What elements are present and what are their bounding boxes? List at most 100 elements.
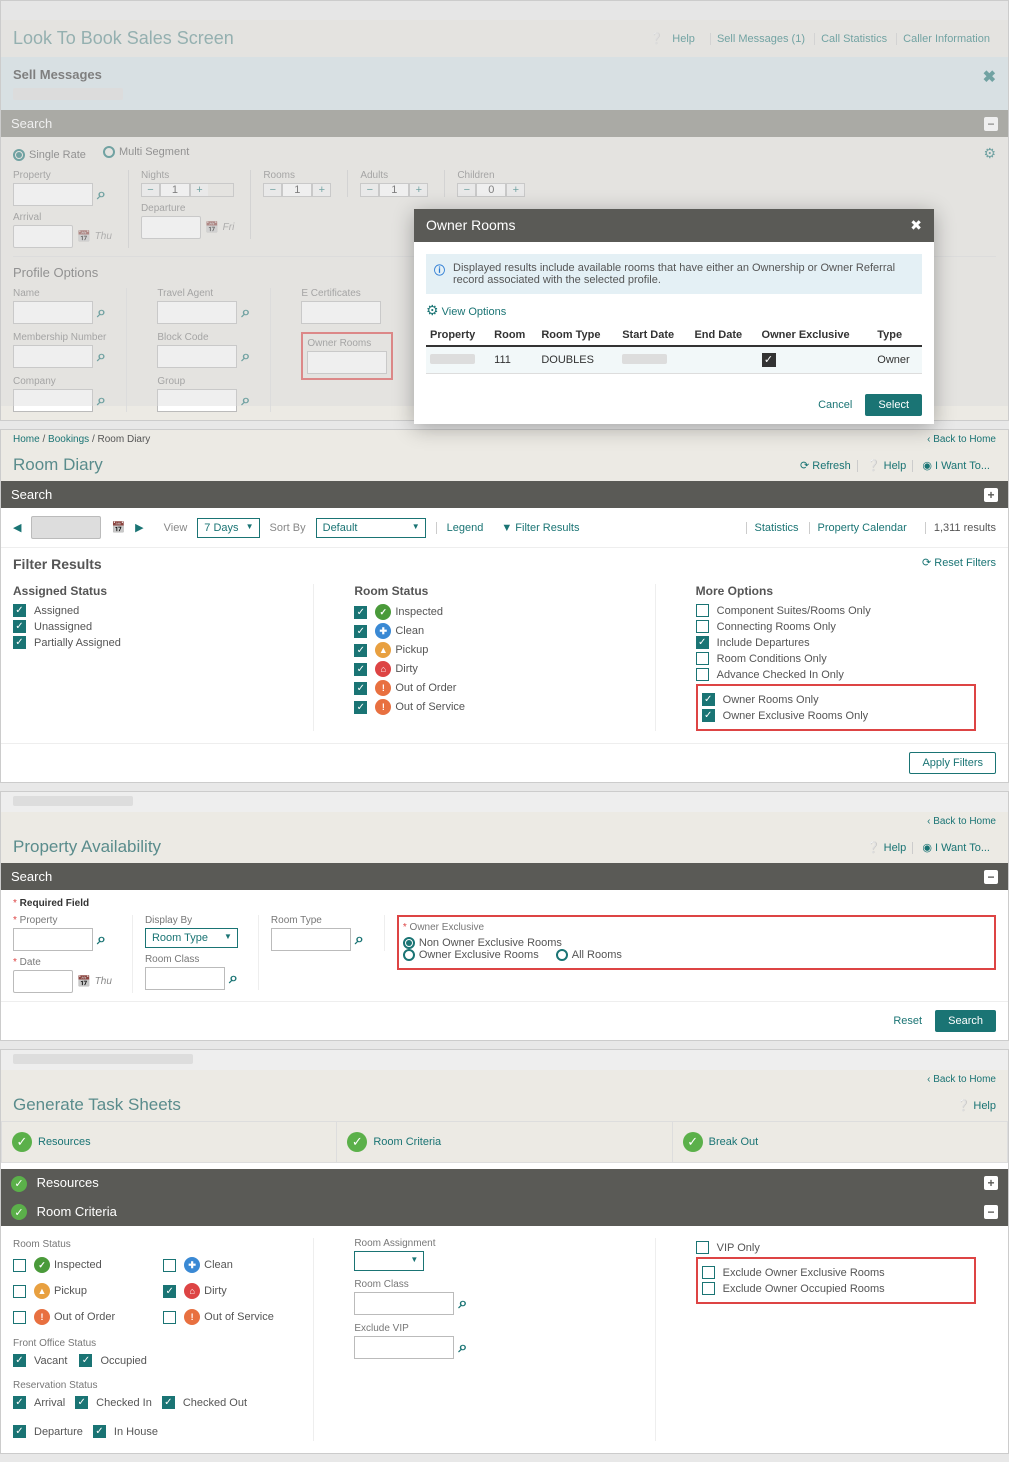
date-input[interactable] <box>13 970 73 993</box>
reservation-status-checkbox[interactable]: ✓Arrival <box>13 1396 65 1409</box>
dialog-close-icon[interactable]: ✖ <box>910 217 922 234</box>
reservation-status-checkbox[interactable]: ✓Departure <box>13 1425 83 1438</box>
search-button[interactable]: Search <box>935 1010 996 1032</box>
collapse-icon[interactable]: − <box>984 117 998 131</box>
calendar-icon[interactable] <box>77 975 91 988</box>
next-icon[interactable]: ▶ <box>135 521 143 534</box>
room-status-checkbox[interactable]: ✓!Out of Service <box>354 699 634 715</box>
multi-segment-radio[interactable]: Multi Segment <box>103 146 189 158</box>
search-icon[interactable] <box>241 304 250 322</box>
task-room-status-checkbox[interactable]: ✓Inspected <box>13 1257 143 1273</box>
room-status-checkbox[interactable]: ✓!Out of Order <box>354 680 634 696</box>
step-breakout[interactable]: ✓Break Out <box>673 1122 1007 1162</box>
search-icon[interactable] <box>229 970 238 988</box>
help-link[interactable]: ❔ Help <box>861 460 913 472</box>
back-to-home-link[interactable]: ‹ Back to Home <box>927 1074 996 1085</box>
task-room-status-checkbox[interactable]: ✓⌂Dirty <box>163 1283 293 1299</box>
search-icon[interactable] <box>97 392 106 410</box>
assigned-checkbox[interactable]: ✓Unassigned <box>13 620 293 633</box>
apply-filters-button[interactable]: Apply Filters <box>909 752 996 774</box>
task-room-status-checkbox[interactable]: !Out of Order <box>13 1309 143 1325</box>
rooms-stepper[interactable]: −1+ <box>263 183 331 197</box>
room-class-input[interactable] <box>145 967 225 990</box>
more-option-checkbox[interactable]: ✓Owner Exclusive Rooms Only <box>702 709 970 722</box>
room-status-checkbox[interactable]: ✓✓Inspected <box>354 604 634 620</box>
membership-input[interactable] <box>13 345 93 368</box>
view-options-link[interactable]: View Options <box>426 302 922 319</box>
room-status-checkbox[interactable]: ✓▲Pickup <box>354 642 634 658</box>
table-row[interactable]: m 111 DOUBLES m ✓ Owner <box>426 346 922 374</box>
room-class-input[interactable] <box>354 1292 454 1315</box>
reset-link[interactable]: Reset <box>893 1015 922 1027</box>
back-to-home-link[interactable]: ‹ Back to Home <box>927 434 996 445</box>
task-option-checkbox[interactable]: VIP Only <box>696 1241 976 1254</box>
search-icon[interactable] <box>97 348 106 366</box>
owner-rooms-input[interactable] <box>307 351 387 374</box>
assigned-checkbox[interactable]: ✓Partially Assigned <box>13 636 293 649</box>
nights-stepper[interactable]: −1+ <box>141 183 234 197</box>
more-option-checkbox[interactable]: Component Suites/Rooms Only <box>696 604 976 617</box>
more-option-checkbox[interactable]: Room Conditions Only <box>696 652 976 665</box>
more-option-checkbox[interactable]: Connecting Rooms Only <box>696 620 976 633</box>
search-icon[interactable] <box>97 931 106 949</box>
arrival-input[interactable] <box>13 225 73 248</box>
block-code-input[interactable] <box>157 345 237 368</box>
want-to-link[interactable]: ◉ I Want To... <box>916 460 996 472</box>
reservation-status-checkbox[interactable]: ✓Checked In <box>75 1396 152 1409</box>
group-input[interactable] <box>157 389 237 412</box>
room-assignment-select[interactable] <box>354 1251 424 1271</box>
departure-input[interactable] <box>141 216 201 239</box>
property-calendar-link[interactable]: Property Calendar <box>809 522 915 534</box>
all-rooms-radio[interactable]: All Rooms <box>556 949 622 961</box>
more-option-checkbox[interactable]: ✓Include Departures <box>696 636 976 649</box>
company-input[interactable] <box>13 389 93 412</box>
select-button[interactable]: Select <box>865 394 922 416</box>
task-option-checkbox[interactable]: Exclude Owner Occupied Rooms <box>702 1282 970 1295</box>
refresh-link[interactable]: ⟳ Refresh <box>794 460 858 472</box>
owner-only-radio[interactable]: Owner Exclusive Rooms <box>403 949 539 961</box>
call-statistics-link[interactable]: Call Statistics <box>814 33 893 45</box>
reservation-status-checkbox[interactable]: ✓In House <box>93 1425 158 1438</box>
date-input[interactable] <box>31 516 101 539</box>
name-input[interactable] <box>13 301 93 324</box>
more-option-checkbox[interactable]: Advance Checked In Only <box>696 668 976 681</box>
search-icon[interactable] <box>241 392 250 410</box>
legend-link[interactable]: Legend <box>436 522 484 534</box>
ecertificates-input[interactable] <box>301 301 381 324</box>
calendar-icon[interactable] <box>205 221 219 234</box>
front-office-checkbox[interactable]: ✓Vacant <box>13 1354 67 1367</box>
collapse-icon[interactable]: − <box>984 870 998 884</box>
calendar-icon[interactable] <box>77 230 91 243</box>
expand-icon[interactable]: + <box>984 1176 998 1190</box>
crumb-bookings[interactable]: Bookings <box>48 434 89 445</box>
single-rate-radio[interactable]: Single Rate <box>13 149 86 161</box>
property-input[interactable] <box>13 183 93 206</box>
task-room-status-checkbox[interactable]: ✚Clean <box>163 1257 293 1273</box>
help-link[interactable]: ❔ Help <box>957 1100 996 1112</box>
search-icon[interactable] <box>355 931 364 949</box>
step-criteria[interactable]: ✓Room Criteria <box>337 1122 672 1162</box>
gear-icon[interactable] <box>983 145 996 162</box>
room-type-input[interactable] <box>271 928 351 951</box>
filter-results-link[interactable]: ▼ Filter Results <box>501 522 579 534</box>
collapse-icon[interactable]: − <box>984 1205 998 1219</box>
task-room-status-checkbox[interactable]: ▲Pickup <box>13 1283 143 1299</box>
exclude-vip-input[interactable] <box>354 1336 454 1359</box>
search-icon[interactable] <box>458 1295 467 1313</box>
search-icon[interactable] <box>97 304 106 322</box>
back-to-home-link[interactable]: ‹ Back to Home <box>927 816 996 827</box>
reservation-status-checkbox[interactable]: ✓Checked Out <box>162 1396 247 1409</box>
display-by-select[interactable]: Room Type <box>145 928 238 948</box>
cancel-button[interactable]: Cancel <box>818 399 852 411</box>
task-option-checkbox[interactable]: Exclude Owner Exclusive Rooms <box>702 1266 970 1279</box>
reset-filters-link[interactable]: ⟳ Reset Filters <box>922 556 996 572</box>
room-status-checkbox[interactable]: ✓⌂Dirty <box>354 661 634 677</box>
front-office-checkbox[interactable]: ✓Occupied <box>79 1354 146 1367</box>
sell-messages-link[interactable]: Sell Messages (1) <box>710 33 811 45</box>
sort-select[interactable]: Default <box>316 518 426 538</box>
search-icon[interactable] <box>241 348 250 366</box>
close-icon[interactable]: ✖ <box>983 67 996 100</box>
room-status-checkbox[interactable]: ✓✚Clean <box>354 623 634 639</box>
search-icon[interactable] <box>458 1339 467 1357</box>
want-to-link[interactable]: ◉ I Want To... <box>916 842 996 854</box>
